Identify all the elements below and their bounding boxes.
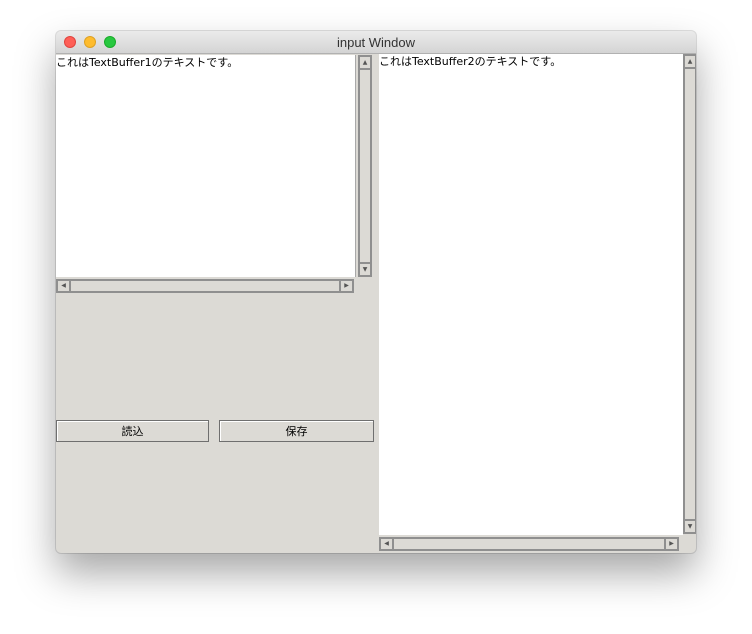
window-title: input Window — [336, 35, 416, 50]
scroll-down-arrow-icon[interactable]: ▼ — [684, 520, 696, 533]
scroll-right-arrow-icon[interactable]: ▶ — [665, 538, 678, 550]
scroll-up-arrow-icon[interactable]: ▲ — [359, 56, 371, 69]
text-view-1-vertical-scrollbar[interactable]: ▲ ▼ — [358, 55, 372, 277]
text-view-2-horizontal-scrollbar[interactable]: ◀ ▶ — [379, 537, 679, 551]
scrollbar-thumb[interactable] — [359, 69, 371, 263]
scroll-right-arrow-icon[interactable]: ▶ — [340, 280, 353, 292]
scroll-up-arrow-icon[interactable]: ▲ — [684, 55, 696, 68]
text-view-2-vertical-scrollbar[interactable]: ▲ ▼ — [683, 54, 696, 534]
scrollbar-thumb[interactable] — [684, 68, 696, 520]
save-button[interactable]: 保存 — [219, 420, 374, 442]
read-button[interactable]: 読込 — [56, 420, 209, 442]
text-view-2[interactable]: これはTextBuffer2のテキストです。 — [379, 54, 683, 535]
scroll-left-arrow-icon[interactable]: ◀ — [380, 538, 393, 550]
scroll-left-arrow-icon[interactable]: ◀ — [57, 280, 70, 292]
scrollbar-thumb[interactable] — [393, 538, 665, 550]
scrollbar-thumb[interactable] — [70, 280, 340, 292]
text-view-1-horizontal-scrollbar[interactable]: ◀ ▶ — [56, 279, 354, 293]
app-window: input Window これはTextBuffer1のテキストです。 ▲ ▼ … — [56, 31, 696, 553]
scroll-down-arrow-icon[interactable]: ▼ — [359, 263, 371, 276]
title-bar[interactable]: input Window — [56, 31, 696, 54]
text-view-1[interactable]: これはTextBuffer1のテキストです。 — [56, 55, 356, 277]
